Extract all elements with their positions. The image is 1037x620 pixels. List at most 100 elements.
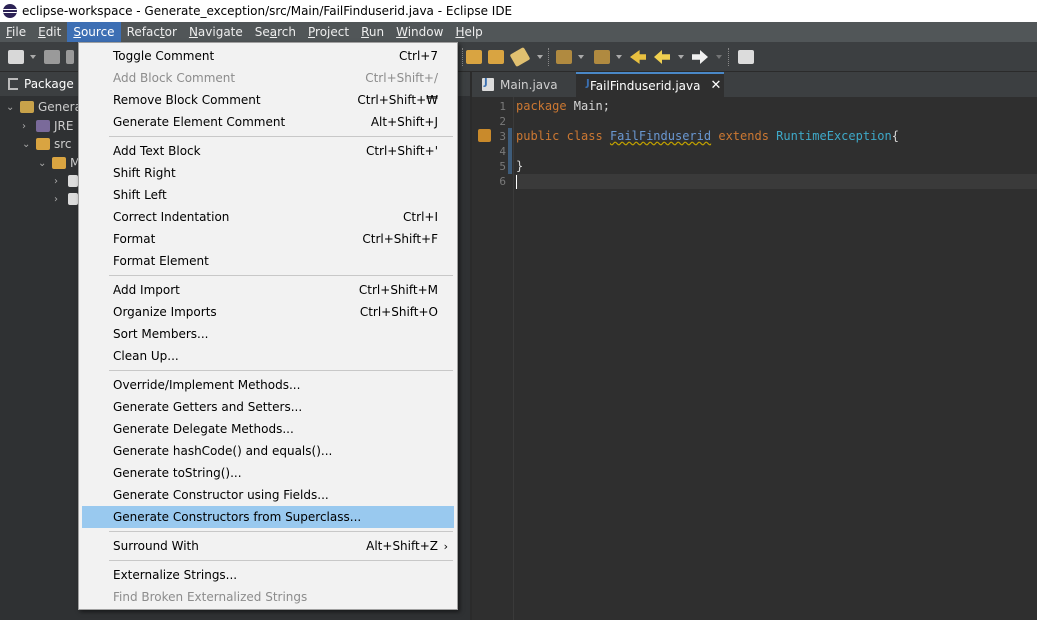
menu-item-remove-block-comment[interactable]: Remove Block Comment Ctrl+Shift+₩: [82, 89, 454, 111]
menu-separator: [109, 370, 453, 371]
code-line-3: public class FailFinduserid extends Runt…: [516, 129, 899, 143]
menu-file[interactable]: File: [0, 22, 32, 42]
expanded-chevron-icon[interactable]: ⌄: [38, 158, 48, 169]
menu-item-add-import[interactable]: Add Import Ctrl+Shift+M: [82, 279, 454, 301]
tab-failfinduserid-java[interactable]: FailFinduserid.java ✕: [576, 72, 724, 97]
save-all-icon[interactable]: [66, 50, 74, 64]
menu-item-generate-hashcode-equals[interactable]: Generate hashCode() and equals()...: [82, 440, 454, 462]
tree-item-package[interactable]: ⌄ M: [38, 154, 80, 172]
close-tab-icon[interactable]: ✕: [711, 78, 722, 93]
line-number: 1: [499, 100, 506, 113]
menu-item-override-implement-methods[interactable]: Override/Implement Methods...: [82, 374, 454, 396]
menu-item-format-element[interactable]: Format Element: [82, 250, 454, 272]
last-edit-location-icon[interactable]: [630, 50, 646, 64]
previous-annotation-icon[interactable]: [594, 50, 610, 64]
save-icon[interactable]: [44, 50, 60, 64]
menu-item-generate-getters-setters[interactable]: Generate Getters and Setters...: [82, 396, 454, 418]
menu-item-toggle-comment[interactable]: Toggle Comment Ctrl+7: [82, 45, 454, 67]
menu-search[interactable]: Search: [249, 22, 302, 42]
menu-separator: [109, 531, 453, 532]
menu-edit[interactable]: Edit: [32, 22, 67, 42]
new-icon[interactable]: [8, 50, 24, 64]
menu-item-generate-constructor-using-fields[interactable]: Generate Constructor using Fields...: [82, 484, 454, 506]
menu-item-generate-tostring[interactable]: Generate toString()...: [82, 462, 454, 484]
collapsed-chevron-icon[interactable]: ›: [22, 121, 32, 132]
code-editor[interactable]: package Main; public class FailFinduseri…: [516, 97, 1037, 620]
menu-separator: [109, 136, 453, 137]
menu-project[interactable]: Project: [302, 22, 355, 42]
class-name-token: FailFinduserid: [609, 129, 712, 143]
menu-item-sort-members[interactable]: Sort Members...: [82, 323, 454, 345]
back-dropdown-icon[interactable]: [678, 55, 684, 59]
submenu-arrow-icon: ›: [443, 539, 448, 553]
expanded-chevron-icon[interactable]: ⌄: [22, 139, 32, 150]
menu-item-organize-imports[interactable]: Organize Imports Ctrl+Shift+O: [82, 301, 454, 323]
open-type-icon[interactable]: [466, 50, 482, 64]
menu-bar: File Edit Source Refactor Navigate Searc…: [0, 22, 1037, 42]
expanded-chevron-icon[interactable]: ⌄: [6, 102, 16, 113]
menu-window[interactable]: Window: [390, 22, 449, 42]
menu-item-generate-delegate-methods[interactable]: Generate Delegate Methods...: [82, 418, 454, 440]
back-arrow-icon[interactable]: [654, 50, 670, 64]
line-number: 6: [499, 175, 506, 188]
menu-item-correct-indentation[interactable]: Correct Indentation Ctrl+I: [82, 206, 454, 228]
menu-navigate[interactable]: Navigate: [183, 22, 249, 42]
menu-item-generate-element-comment[interactable]: Generate Element Comment Alt+Shift+J: [82, 111, 454, 133]
forward-arrow-icon[interactable]: [692, 50, 708, 64]
tree-item-src[interactable]: ⌄ src: [22, 135, 72, 153]
line-number: 3: [499, 130, 506, 143]
library-icon: [36, 120, 50, 132]
quick-fix-marker-icon[interactable]: [478, 129, 491, 142]
java-file-icon: [68, 193, 78, 205]
source-menu-dropdown: Toggle Comment Ctrl+7 Add Block Comment Ct…: [78, 42, 458, 610]
menu-separator: [109, 560, 453, 561]
menu-item-generate-constructors-from-superclass[interactable]: Generate Constructors from Superclass...: [82, 506, 454, 528]
toolbar-separator-3: [728, 48, 729, 66]
menu-item-format[interactable]: Format Ctrl+Shift+F: [82, 228, 454, 250]
menu-item-shift-right[interactable]: Shift Right: [82, 162, 454, 184]
forward-dropdown-icon[interactable]: [716, 55, 722, 59]
code-line-5: }: [516, 159, 524, 173]
tab-main-java[interactable]: Main.java: [474, 72, 574, 97]
menu-source[interactable]: Source: [67, 22, 121, 42]
menu-run[interactable]: Run: [355, 22, 390, 42]
toolbar-separator: [462, 48, 463, 66]
tree-item-jre[interactable]: › JRE: [22, 117, 73, 135]
menu-separator: [109, 275, 453, 276]
code-line-6-current: [516, 174, 1037, 189]
source-folder-icon: [36, 138, 50, 150]
pencil-icon[interactable]: [509, 46, 531, 68]
collapsed-chevron-icon[interactable]: ›: [54, 194, 64, 205]
tree-item-project[interactable]: ⌄ Genera: [6, 98, 82, 116]
java-file-icon: [68, 175, 78, 187]
menu-item-clean-up[interactable]: Clean Up...: [82, 345, 454, 367]
project-icon: [20, 101, 34, 113]
menu-item-add-block-comment[interactable]: Add Block Comment Ctrl+Shift+/: [82, 67, 454, 89]
java-file-icon: [482, 77, 494, 91]
new-dropdown-icon[interactable]: [30, 55, 36, 59]
code-line-1: package Main;: [516, 99, 610, 113]
window-title: eclipse-workspace - Generate_exception/s…: [22, 4, 513, 18]
editor-area: Main.java FailFinduserid.java ✕ 1 2 3 4 …: [472, 72, 1037, 620]
package-explorer-icon: [8, 78, 18, 90]
pencil-dropdown-icon[interactable]: [537, 55, 543, 59]
change-indicator: [508, 128, 512, 174]
menu-item-shift-left[interactable]: Shift Left: [82, 184, 454, 206]
pin-editor-icon[interactable]: [738, 50, 754, 64]
line-number: 4: [499, 145, 506, 158]
previous-annotation-dropdown-icon[interactable]: [616, 55, 622, 59]
editor-tabs: Main.java FailFinduserid.java ✕: [472, 72, 1037, 97]
text-caret: [516, 175, 517, 189]
next-annotation-icon[interactable]: [556, 50, 572, 64]
open-folder-icon[interactable]: [488, 50, 504, 64]
menu-refactor[interactable]: Refactor: [121, 22, 183, 42]
menu-item-externalize-strings[interactable]: Externalize Strings...: [82, 564, 454, 586]
collapsed-chevron-icon[interactable]: ›: [54, 176, 64, 187]
line-number: 5: [499, 160, 506, 173]
menu-item-find-broken-externalized-strings[interactable]: Find Broken Externalized Strings: [82, 586, 454, 608]
next-annotation-dropdown-icon[interactable]: [578, 55, 584, 59]
menu-item-surround-with[interactable]: Surround With Alt+Shift+Z ›: [82, 535, 454, 557]
line-number-gutter: 1 2 3 4 5 6: [472, 97, 514, 620]
menu-item-add-text-block[interactable]: Add Text Block Ctrl+Shift+': [82, 140, 454, 162]
menu-help[interactable]: Help: [449, 22, 488, 42]
